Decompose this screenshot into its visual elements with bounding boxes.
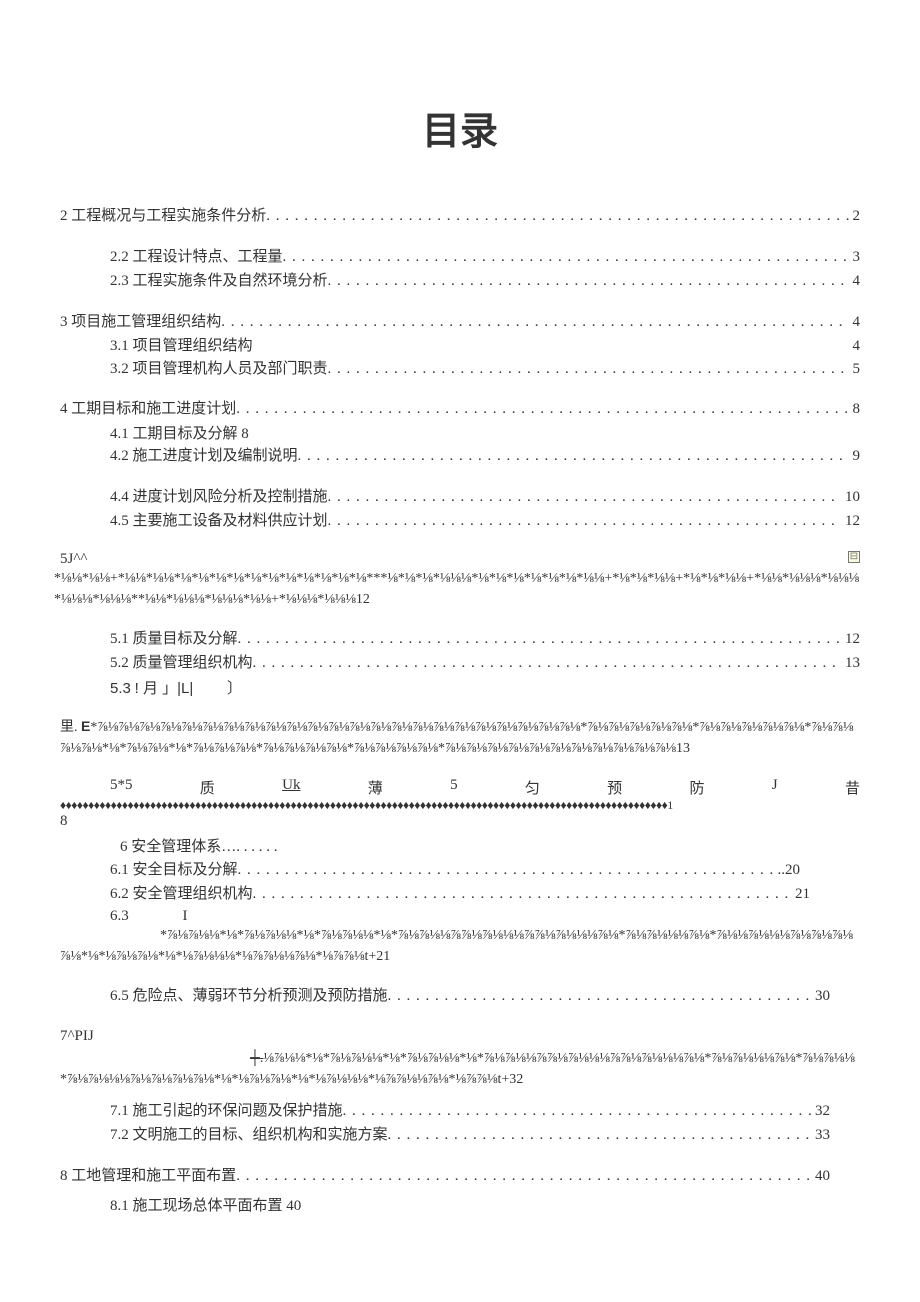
toc-entry-6-3-garbled: *⅞⅛⅞⅛⅛*⅛*⅞⅛⅞⅛⅛*⅛*⅞⅛⅞⅛⅛*⅛*⅞⅛⅞⅛⅛⅞⅞⅛⅞⅛⅛⅛⅞⅞⅛… xyxy=(60,925,860,967)
toc-page: 2 xyxy=(849,205,861,228)
toc-entry-5-5: 5*5 质 Uk 薄 5 匀 预 防 J 昔 xyxy=(60,777,860,798)
toc-entry-4-5: 4.5 主要施工设备及材料供应计划 . . . . . . . . . . . … xyxy=(60,510,860,533)
leader-dots: . . . . . . . . . . . . . . . . . . . . … xyxy=(266,205,848,228)
toc-entry-7-2: 7.2 文明施工的目标、组织机构和实施方案 . . . . . . . . . … xyxy=(60,1124,860,1147)
toc-entry-5-garbled-body: *⅛⅛*⅛⅛+*⅛⅛*⅛⅛*⅛*⅛*⅛*⅛*⅛*⅛*⅛*⅛*⅛*⅛*⅛***⅛*… xyxy=(54,568,866,610)
toc-entry-7-garbled: ┼.⅛⅞⅛⅛*⅛*⅞⅛⅞⅛⅛*⅛*⅞⅛⅞⅛⅛*⅛*⅞⅛⅞⅛⅛⅞⅞⅛⅞⅛⅛⅛⅞⅞⅛… xyxy=(60,1048,860,1090)
toc-entry-6-3: 6.3 I xyxy=(60,908,860,925)
box-glyph-icon: ⊟ xyxy=(848,551,860,563)
toc-entry-2-2: 2.2 工程设计特点、工程量 . . . . . . . . . . . . .… xyxy=(60,246,860,269)
toc-entry-8: 8 工地管理和施工平面布置 . . . . . . . . . . . . . … xyxy=(60,1165,860,1188)
toc-page-dangling-8: 8 xyxy=(60,813,860,830)
toc-entry-5-1: 5.1 质量目标及分解 . . . . . . . . . . . . . . … xyxy=(60,628,860,651)
toc-entry-6-2: 6.2 安全管理组织机构 . . . . . . . . . . . . . .… xyxy=(60,883,860,906)
toc-entry-3-1: 3.1 项目管理组织结构 4 xyxy=(60,335,860,358)
diamond-leader: ♦♦♦♦♦♦♦♦♦♦♦♦♦♦♦♦♦♦♦♦♦♦♦♦♦♦♦♦♦♦♦♦♦♦♦♦♦♦♦♦… xyxy=(60,798,860,814)
toc-entry-7: 7^PIJ xyxy=(60,1025,860,1048)
toc-entry-7-1: 7.1 施工引起的环保问题及保护措施 . . . . . . . . . . .… xyxy=(60,1100,860,1123)
toc-entry-4-4: 4.4 进度计划风险分析及控制措施 . . . . . . . . . . . … xyxy=(60,486,860,509)
toc-entry-8-1: 8.1 施工现场总体平面布置 40 xyxy=(60,1195,860,1218)
toc-entry-5-2: 5.2 质量管理组织机构 . . . . . . . . . . . . . .… xyxy=(60,652,860,675)
toc-entry-5-3: 5.3 ! 月 」|L| 〕 xyxy=(60,677,860,698)
toc-entry-6-1: 6.1 安全目标及分解 . . . . . . . . . . . . . . … xyxy=(60,859,860,882)
toc-entry-3: 3 项目施工管理组织结构 . . . . . . . . . . . . . .… xyxy=(60,311,860,334)
doc-title: 目录 xyxy=(60,100,860,155)
toc-entry-4-1: 4.1 工期目标及分解 8 xyxy=(60,423,860,446)
toc-entry-4: 4 工期目标和施工进度计划 . . . . . . . . . . . . . … xyxy=(60,398,860,421)
toc-entry-6: 6 安全管理体系…. . . . . . xyxy=(60,836,860,859)
toc-entry-5-garbled-head: 5J^^ ⊟ xyxy=(60,551,860,568)
toc-entry-3-2: 3.2 项目管理机构人员及部门职责 . . . . . . . . . . . … xyxy=(60,358,860,381)
toc-label: 2 工程概况与工程实施条件分析 xyxy=(60,205,266,228)
toc-entry-li-e: 里. E*⅞⅛⅞⅛⅞⅛⅞⅛⅞⅛⅞⅛⅞⅛⅞⅛⅞⅛⅞⅛⅞⅛⅞⅛⅞⅛⅞⅛⅞⅛⅞⅛⅞⅛⅞… xyxy=(60,716,860,759)
toc-entry-2-3: 2.3 工程实施条件及自然环境分析 . . . . . . . . . . . … xyxy=(60,270,860,293)
toc-entry-6-5: 6.5 危险点、薄弱环节分析预测及预防措施 . . . . . . . . . … xyxy=(60,985,860,1008)
toc-entry-4-2: 4.2 施工进度计划及编制说明 . . . . . . . . . . . . … xyxy=(60,445,860,468)
toc-entry-2: 2 工程概况与工程实施条件分析 . . . . . . . . . . . . … xyxy=(60,205,860,228)
